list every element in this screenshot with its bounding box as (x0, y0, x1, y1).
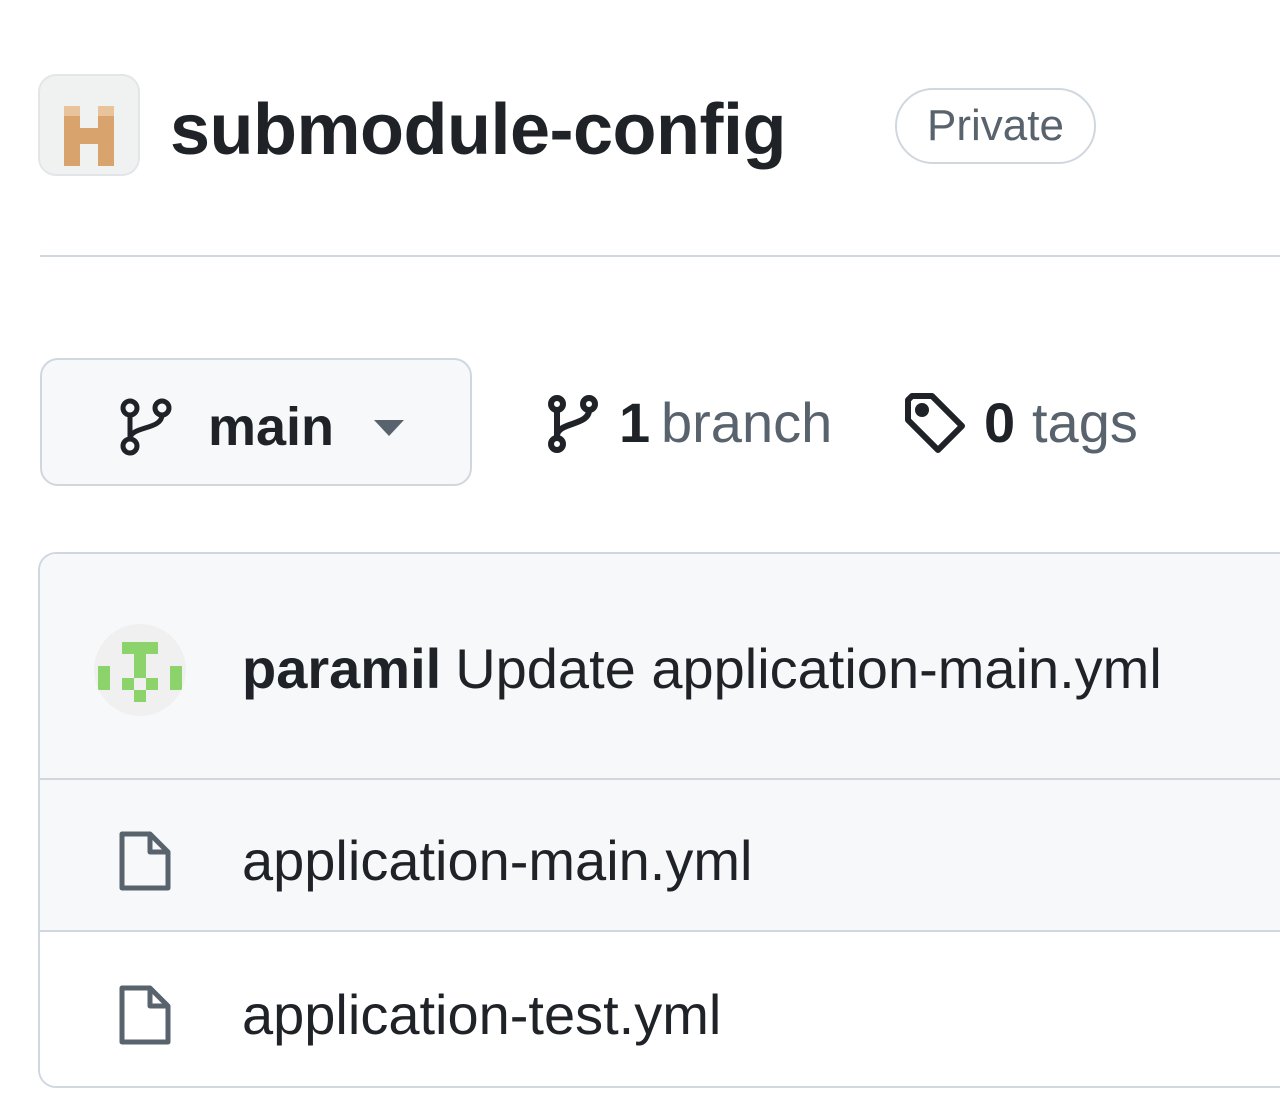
commit-author-link[interactable]: paramil (242, 637, 441, 700)
branch-count-label: branch (661, 391, 833, 454)
triangle-down-icon (372, 418, 406, 443)
visibility-badge: Private (895, 88, 1096, 164)
file-name-link[interactable]: application-test.yml (242, 982, 721, 1048)
repo-owner-avatar[interactable] (38, 74, 140, 176)
file-name-link[interactable]: application-main.yml (242, 828, 752, 894)
file-icon (116, 828, 174, 899)
branch-select-button[interactable]: main (40, 358, 472, 486)
git-branch-icon (116, 396, 176, 463)
identicon-avatar-icon (64, 106, 114, 166)
file-row[interactable]: application-main.yml (40, 780, 1280, 932)
file-listing: paramil Update application-main.yml appli… (38, 552, 1280, 1088)
current-branch-label: main (208, 397, 335, 457)
tag-count: 0 (984, 391, 1016, 454)
commit-message-link[interactable]: Update application-main.yml (455, 637, 1162, 700)
git-branch-icon (545, 394, 601, 459)
identicon-avatar-icon (98, 642, 182, 702)
latest-commit-bar: paramil Update application-main.yml (40, 554, 1280, 780)
tag-icon (902, 392, 968, 461)
repo-name-link[interactable]: submodule-config (170, 86, 786, 174)
file-row[interactable]: application-test.yml (40, 932, 1280, 1086)
file-icon (116, 982, 174, 1053)
tag-count-label: tags (1032, 391, 1138, 454)
repository-page: submodule-config Private main 1 branch 0… (0, 0, 1280, 1111)
branch-count: 1 (619, 391, 651, 454)
header-divider (40, 255, 1280, 257)
commit-author-avatar[interactable] (94, 624, 186, 716)
latest-commit-text: paramil Update application-main.yml (242, 636, 1162, 702)
